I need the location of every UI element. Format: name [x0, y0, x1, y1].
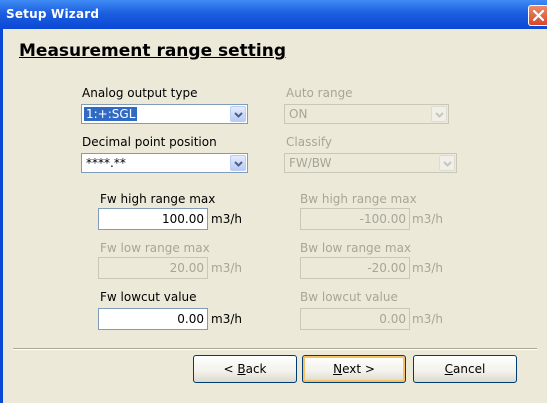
decimal-point-label: Decimal point position: [82, 135, 217, 149]
fw-lowcut-label: Fw lowcut value: [100, 290, 197, 304]
fw-lowcut-unit: m3/h: [211, 312, 242, 326]
fw-low-range-input: 20.00: [98, 257, 208, 279]
chevron-down-icon: [435, 112, 444, 118]
next-button-accel: N: [333, 362, 343, 376]
bw-low-range-unit: m3/h: [412, 261, 443, 275]
page-title: Measurement range setting: [19, 41, 287, 61]
window-title: Setup Wizard: [6, 7, 100, 21]
auto-range-select: ON: [284, 104, 449, 124]
analog-output-type-select[interactable]: 1:+:SGL: [81, 104, 248, 124]
fw-low-range-label: Fw low range max: [100, 241, 210, 255]
bw-low-range-label: Bw low range max: [300, 241, 412, 255]
classify-label: Classify: [286, 135, 333, 149]
back-button-accel: B: [237, 362, 246, 376]
decimal-point-select[interactable]: ****.**: [81, 153, 248, 173]
dropdown-button-disabled: [439, 155, 455, 171]
close-button[interactable]: [528, 5, 547, 26]
dropdown-button[interactable]: [230, 106, 246, 122]
analog-output-type-value: 1:+:SGL: [84, 107, 138, 121]
back-button-rest: ack: [245, 362, 267, 376]
auto-range-label: Auto range: [286, 86, 353, 100]
next-button[interactable]: Next >: [302, 355, 406, 383]
bw-low-range-input: -20.00: [300, 257, 410, 279]
back-button[interactable]: < Back: [193, 355, 297, 383]
title-bar[interactable]: Setup Wizard: [0, 0, 547, 29]
fw-high-range-input[interactable]: 100.00: [98, 208, 208, 230]
dropdown-button[interactable]: [230, 155, 246, 171]
analog-output-type-label: Analog output type: [82, 86, 198, 100]
cancel-button-rest: ancel: [453, 362, 486, 376]
dialog-body: Measurement range setting Analog output …: [3, 29, 547, 403]
fw-high-range-label: Fw high range max: [100, 192, 216, 206]
classify-value: FW/BW: [289, 156, 332, 170]
bw-high-range-unit: m3/h: [412, 212, 443, 226]
chevron-down-icon: [443, 161, 452, 167]
setup-wizard-window: Setup Wizard Measurement range setting A…: [0, 0, 547, 403]
fw-lowcut-input[interactable]: 0.00: [98, 308, 208, 330]
bw-high-range-label: Bw high range max: [300, 192, 417, 206]
fw-high-range-unit: m3/h: [211, 212, 242, 226]
next-button-rest: ext >: [342, 362, 375, 376]
decimal-point-value: ****.**: [86, 156, 126, 170]
bw-lowcut-unit: m3/h: [412, 312, 443, 326]
cancel-button-accel: C: [444, 362, 454, 376]
fw-low-range-unit: m3/h: [211, 261, 242, 275]
chevron-down-icon: [234, 112, 243, 118]
auto-range-value: ON: [289, 107, 308, 121]
bw-lowcut-label: Bw lowcut value: [300, 290, 398, 304]
classify-select: FW/BW: [284, 153, 457, 173]
chevron-down-icon: [234, 161, 243, 167]
footer-divider: [13, 348, 537, 350]
back-button-prefix: <: [223, 362, 238, 376]
dropdown-button-disabled: [431, 106, 447, 122]
bw-lowcut-input: 0.00: [300, 308, 410, 330]
cancel-button[interactable]: Cancel: [413, 355, 517, 383]
close-icon: [532, 9, 545, 22]
bw-high-range-input: -100.00: [300, 208, 410, 230]
